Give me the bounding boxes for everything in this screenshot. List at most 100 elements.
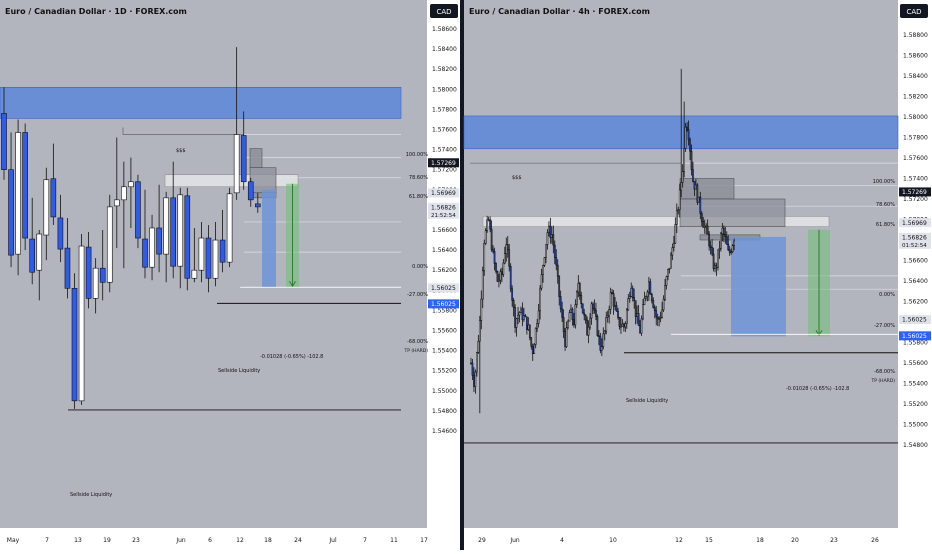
candle-body — [496, 271, 499, 282]
candle-body — [697, 196, 700, 203]
candle-body — [623, 323, 625, 328]
candle-body — [703, 225, 706, 228]
x-tick-label: 7 — [45, 537, 49, 544]
candle-body — [593, 307, 596, 311]
candle-body — [603, 330, 606, 335]
candle-body — [514, 307, 516, 328]
x-tick-label: 13 — [74, 537, 82, 544]
candle-body — [699, 196, 702, 214]
short-position-box — [731, 236, 786, 337]
candle-body — [64, 247, 71, 289]
fib-minus68: -68.00% — [407, 339, 428, 345]
x-tick-label: 11 — [390, 537, 398, 544]
candle-body — [477, 340, 480, 353]
candle-body — [71, 287, 78, 402]
candle-body — [537, 310, 540, 324]
candle-body — [599, 335, 602, 351]
x-tick-label: 10 — [609, 537, 617, 544]
x-tick-label: Jun — [509, 537, 520, 544]
candle-body — [556, 264, 559, 277]
candle-body — [492, 249, 494, 252]
candle-body — [527, 324, 530, 330]
price-tag-countdown: 21:52:54 — [431, 213, 456, 219]
candle-body — [481, 270, 484, 300]
candle-body — [8, 169, 14, 256]
x-tick-label: Jun — [175, 537, 186, 544]
candle-body — [121, 186, 127, 201]
candle-body — [1, 113, 7, 170]
order-block-1 — [249, 148, 263, 168]
price-axis[interactable] — [427, 0, 460, 550]
chart-panel-daily[interactable]: Euro / Canadian Dollar · 1D · FOREX.com … — [0, 0, 460, 550]
candle-body — [674, 224, 677, 244]
x-tick-label: 20 — [791, 537, 799, 544]
tp-label: TP (HARD) — [404, 348, 429, 354]
candle-body — [602, 333, 605, 348]
candle-body — [552, 234, 555, 246]
candle-body — [471, 362, 474, 376]
short-position-box — [262, 189, 276, 288]
y-tick-label: 1.57600 — [432, 127, 457, 134]
candle-body — [571, 308, 574, 320]
x-tick-label: 23 — [830, 537, 838, 544]
price-axis[interactable] — [898, 0, 932, 550]
candle-body — [509, 265, 512, 290]
candle-body — [611, 292, 613, 294]
candle-body — [733, 240, 735, 246]
candle-body — [149, 227, 155, 268]
candle-body — [473, 375, 475, 387]
candle-body — [578, 282, 581, 296]
candle-body — [659, 317, 662, 319]
candle-body — [562, 317, 565, 332]
panel-divider[interactable] — [460, 0, 464, 550]
candle-body — [584, 314, 587, 321]
candle-body — [506, 244, 509, 251]
candle-body — [470, 362, 472, 365]
y-tick-label: 1.54800 — [432, 408, 457, 415]
candle-body — [573, 319, 575, 326]
y-tick-label: 1.55000 — [903, 422, 928, 429]
candle-body — [478, 320, 481, 342]
y-tick-label: 1.58400 — [903, 73, 928, 80]
candle-body — [99, 267, 106, 283]
candle-body — [586, 319, 588, 336]
candle-body — [92, 267, 99, 299]
candle-body — [722, 227, 725, 235]
x-tick-label: 7 — [363, 537, 367, 544]
x-tick-label: 23 — [132, 537, 140, 544]
candle-body — [633, 297, 636, 301]
candle-body — [198, 237, 205, 271]
x-tick-label: 29 — [478, 537, 486, 544]
candle-body — [156, 227, 162, 255]
y-tick-label: 1.55600 — [903, 360, 928, 367]
candle-body — [731, 245, 734, 253]
price-tag-value: 1.56025 — [431, 285, 456, 292]
candle-body — [708, 233, 710, 247]
chart-canvas[interactable]: Euro / Canadian Dollar · 1D · FOREX.com … — [0, 0, 932, 550]
candle-body — [474, 371, 477, 387]
y-tick-label: 1.57400 — [903, 176, 928, 183]
candle-body — [490, 228, 493, 250]
y-tick-label: 1.55200 — [432, 368, 457, 375]
chart-panel-4h[interactable]: Euro / Canadian Dollar · 4h · FOREX.com … — [463, 0, 932, 550]
candle-body — [543, 257, 546, 266]
candle-body — [711, 247, 713, 255]
candle-body — [226, 193, 233, 263]
candle-body — [548, 225, 550, 233]
candle-body — [502, 262, 505, 275]
order-block-1 — [679, 178, 735, 200]
candle-body — [476, 352, 478, 373]
fib-618: 61.80% — [409, 194, 428, 200]
ssl-high-label: $$$ — [512, 175, 522, 181]
y-tick-label: 1.55200 — [903, 401, 928, 408]
candle-body — [589, 317, 591, 328]
imbalance-box — [164, 174, 299, 188]
candle-body — [634, 300, 637, 318]
candle-body — [605, 317, 608, 332]
order-block-2 — [679, 198, 786, 227]
x-tick-label: 4 — [560, 537, 564, 544]
candle-body — [581, 303, 584, 314]
ssl-low-label: Sellside Liquidity — [70, 492, 112, 498]
candle-body — [184, 195, 191, 279]
ssl-mid-label: Sellside Liquidity — [218, 368, 260, 374]
